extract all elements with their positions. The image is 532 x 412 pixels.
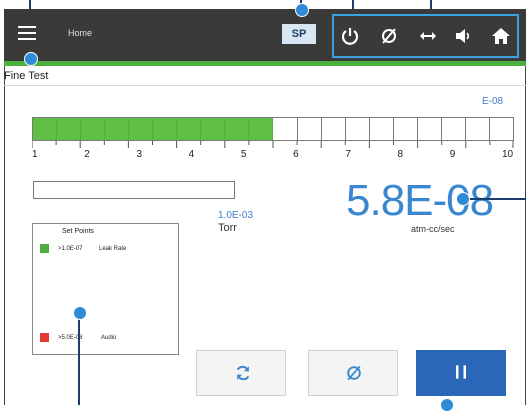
home-icon[interactable] bbox=[491, 26, 511, 46]
leak-rate-setpoint-value: >1.0E-07 bbox=[58, 246, 83, 252]
callout-dot-sp bbox=[295, 3, 309, 17]
bargraph-ticks bbox=[32, 141, 514, 148]
pressure-unit: Torr bbox=[218, 222, 237, 234]
bar-segment-empty bbox=[273, 118, 298, 140]
pressure-value: 1.0E-03 bbox=[218, 210, 254, 221]
exponent-label: E-08 bbox=[482, 96, 504, 107]
scale-label: 6 bbox=[293, 149, 299, 160]
bar-segment-filled bbox=[105, 118, 130, 140]
callout-dot-menu bbox=[24, 52, 38, 66]
callout-line-value bbox=[466, 198, 526, 200]
refresh-button[interactable] bbox=[196, 350, 286, 396]
bar-segment-empty bbox=[418, 118, 442, 140]
bar-segment-empty bbox=[322, 118, 346, 140]
divider bbox=[4, 85, 526, 86]
scale-label: 3 bbox=[136, 149, 142, 160]
status-stripe bbox=[4, 61, 526, 66]
scale-label: 2 bbox=[84, 149, 90, 160]
scale-label: 1 bbox=[32, 149, 38, 160]
leak-rate-value: 5.8E-08 bbox=[346, 176, 494, 225]
bar-segment-filled bbox=[153, 118, 178, 140]
scale-label: 4 bbox=[188, 149, 195, 160]
leak-rate-setpoint-label: Leak Rate bbox=[99, 246, 127, 252]
bar-segment-empty bbox=[394, 118, 418, 140]
bar-segment-filled bbox=[129, 118, 154, 140]
audio-setpoint-label: Audio bbox=[101, 335, 117, 341]
frame-left bbox=[4, 66, 5, 405]
audio-setpoint-indicator bbox=[40, 333, 49, 342]
null-icon bbox=[347, 365, 361, 381]
bar-segment-empty bbox=[442, 118, 466, 140]
pause-icon bbox=[456, 365, 466, 379]
breadcrumb: Home bbox=[68, 28, 93, 38]
scale-label: 7 bbox=[345, 149, 351, 160]
leak-rate-unit: atm-cc/sec bbox=[411, 224, 455, 234]
scale-label: 5 bbox=[240, 149, 247, 160]
page-title: Fine Test bbox=[4, 70, 49, 82]
callout-dot-value bbox=[456, 192, 470, 206]
scale-label: 8 bbox=[397, 149, 404, 160]
bar-segment-filled bbox=[201, 118, 226, 140]
callout-line-setpoints bbox=[78, 314, 80, 405]
pause-button[interactable] bbox=[416, 350, 506, 396]
speaker-icon[interactable] bbox=[454, 26, 474, 46]
null-icon[interactable] bbox=[379, 26, 399, 46]
bar-segment-empty bbox=[298, 118, 322, 140]
leak-rate-bargraph bbox=[32, 117, 514, 141]
bar-segment-empty bbox=[490, 118, 513, 140]
header-icon-group bbox=[332, 14, 519, 58]
arrows-icon[interactable] bbox=[418, 26, 438, 46]
bar-segment-filled bbox=[81, 118, 106, 140]
menu-icon[interactable] bbox=[18, 26, 36, 42]
leak-rate-setpoint-indicator bbox=[40, 244, 49, 253]
bar-segment-filled bbox=[249, 118, 274, 140]
bar-segment-empty bbox=[346, 118, 370, 140]
callout-dot-setpoints bbox=[73, 306, 87, 320]
bar-segment-filled bbox=[225, 118, 250, 140]
frame-right bbox=[525, 66, 526, 405]
bar-segment-empty bbox=[466, 118, 490, 140]
set-points-title: Set Points bbox=[62, 228, 94, 235]
pressure-bar bbox=[33, 181, 235, 199]
bar-segment-empty bbox=[370, 118, 394, 140]
scale-label: 10 bbox=[502, 149, 514, 160]
power-icon[interactable] bbox=[340, 26, 360, 46]
refresh-icon bbox=[236, 365, 250, 381]
bar-segment-filled bbox=[33, 118, 58, 140]
null-button[interactable] bbox=[308, 350, 398, 396]
bar-segment-filled bbox=[177, 118, 202, 140]
set-points-button[interactable]: SP bbox=[282, 24, 316, 44]
bar-segment-filled bbox=[57, 118, 82, 140]
bargraph-scale: 1 2 3 4 5 6 7 8 9 10 bbox=[32, 149, 514, 161]
scale-label: 9 bbox=[449, 149, 456, 160]
callout-dot-pause bbox=[440, 398, 454, 412]
